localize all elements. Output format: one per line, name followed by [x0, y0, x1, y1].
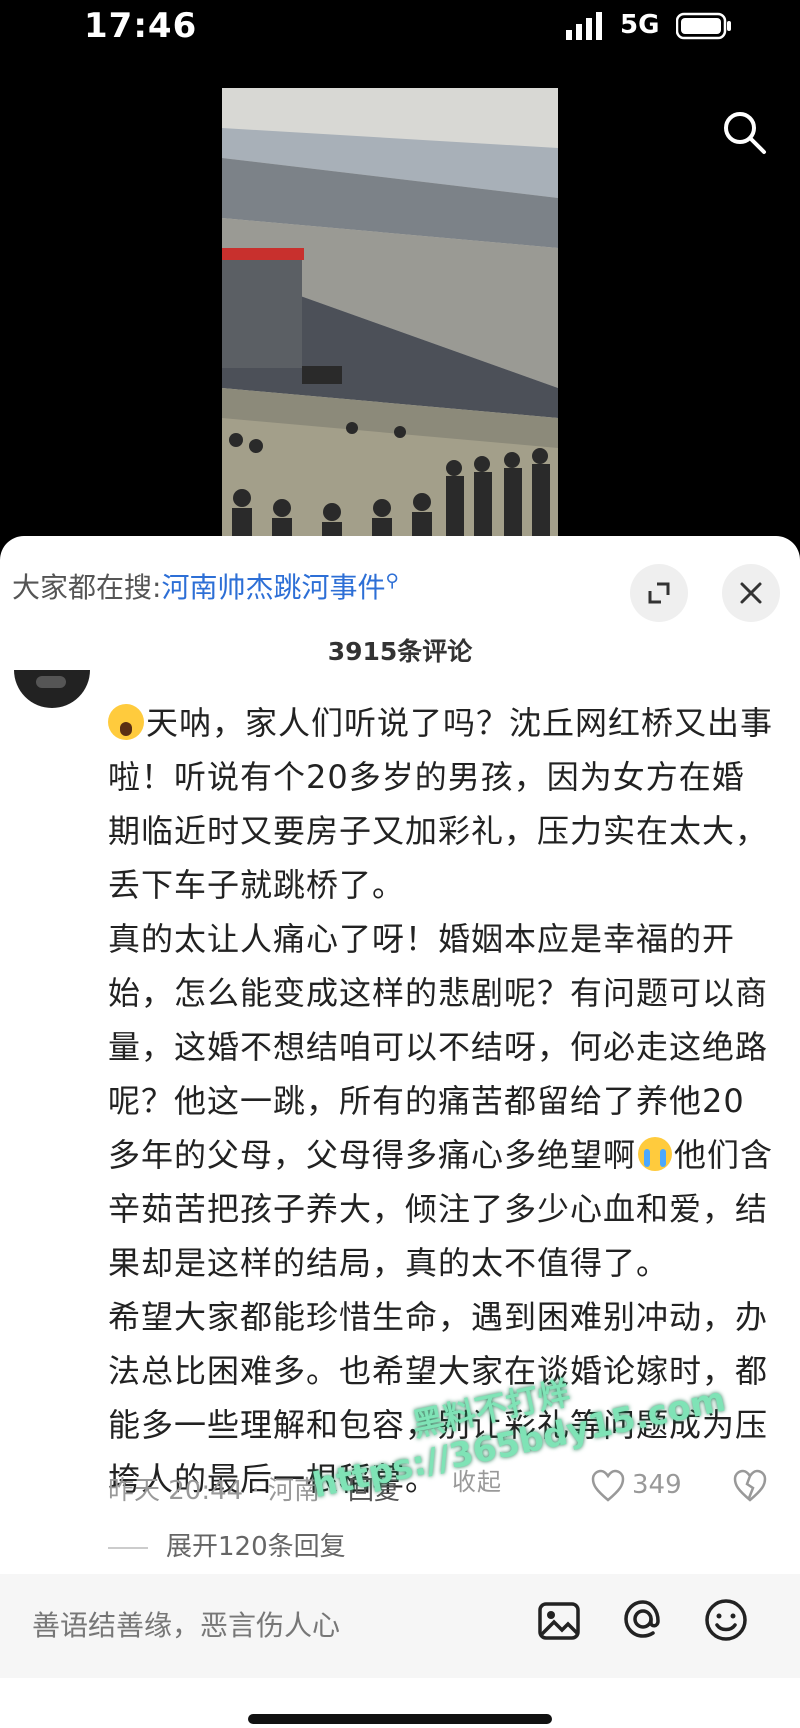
comment-sheet: 大家都在搜:河南帅杰跳河事件⚲ 3915条评论 天呐，家人们听说了吗？沈丘网红桥…	[0, 536, 800, 1728]
close-icon	[740, 582, 762, 604]
expand-replies-line	[108, 1546, 148, 1549]
scream-emoji-icon	[108, 704, 144, 740]
expand-replies-button[interactable]: 展开120条回复	[108, 1526, 346, 1563]
comment-count: 3915条评论	[327, 637, 473, 666]
comment-input-bar: 善语结善缘，恶言伤人心	[0, 1574, 800, 1678]
image-icon[interactable]	[536, 1598, 582, 1644]
like-count: 349	[632, 1470, 682, 1500]
avatar[interactable]	[14, 670, 90, 708]
signal-icon	[566, 12, 602, 40]
trending-search-prefix: 大家都在搜:	[12, 571, 162, 604]
battery-icon	[676, 12, 731, 40]
trending-search[interactable]: 大家都在搜:河南帅杰跳河事件⚲	[12, 566, 399, 610]
comment-line: 天呐，家人们听说了吗？沈丘网红桥又出事啦！听说有个20多岁的男孩，因为女方在婚期…	[108, 704, 774, 904]
comment-line: 真的太让人痛心了呀！婚姻本应是幸福的开始，怎么能变成这样的悲剧呢？有问题可以商量…	[108, 920, 769, 1174]
status-bar: 17:46 5G	[0, 0, 800, 56]
close-button[interactable]	[722, 564, 780, 622]
broken-heart-icon[interactable]	[732, 1468, 768, 1504]
search-icon[interactable]	[720, 108, 768, 156]
search-small-icon: ⚲	[385, 570, 399, 592]
crying-emoji-icon	[638, 1137, 673, 1171]
expand-replies-label: 展开120条回复	[166, 1532, 346, 1562]
emoji-icon[interactable]	[702, 1596, 750, 1644]
at-icon[interactable]	[620, 1596, 666, 1642]
home-indicator[interactable]	[248, 1714, 552, 1724]
expand-button[interactable]	[630, 564, 688, 622]
expand-icon	[648, 582, 670, 604]
comment-input[interactable]: 善语结善缘，恶言伤人心	[12, 1588, 532, 1664]
network-label: 5G	[620, 10, 660, 40]
comment-paragraph: 天呐，家人们听说了吗？沈丘网红桥又出事啦！听说有个20多岁的男孩，因为女方在婚期…	[108, 696, 774, 912]
video-player[interactable]	[0, 56, 800, 536]
status-time: 17:46	[84, 6, 198, 46]
comment-paragraph: 真的太让人痛心了呀！婚姻本应是幸福的开始，怎么能变成这样的悲剧呢？有问题可以商量…	[108, 912, 774, 1290]
trending-search-keyword[interactable]: 河南帅杰跳河事件	[161, 571, 385, 604]
video-frame	[222, 88, 558, 536]
comment-time-location: 昨天 20:44 · 河南	[108, 1476, 320, 1506]
